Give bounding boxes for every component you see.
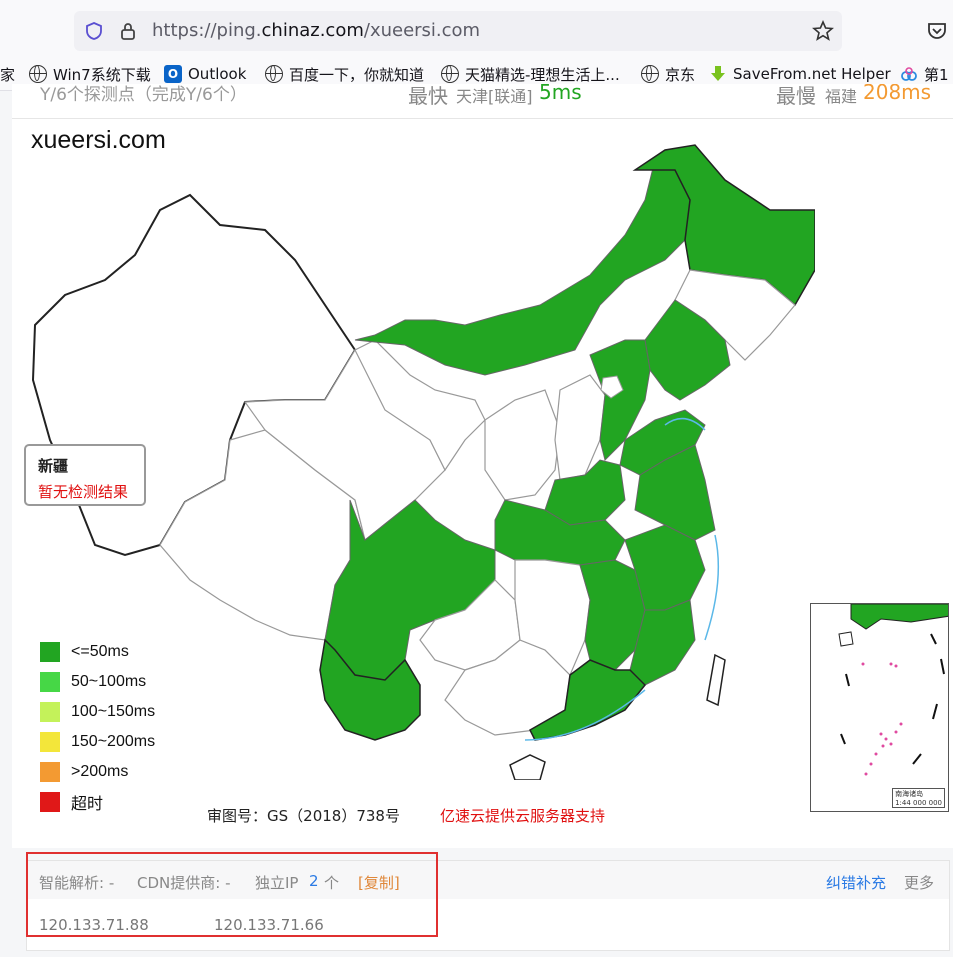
map-approval-number: 审图号：GS（2018）738号 xyxy=(207,807,400,825)
globe-icon xyxy=(265,65,283,83)
bookmark-item[interactable]: SaveFrom.net Helper xyxy=(709,63,891,85)
slowest-node: 福建 xyxy=(825,87,858,106)
sponsor-link[interactable]: 亿速云提供云服务器支持 xyxy=(440,805,605,826)
globe-icon xyxy=(441,65,459,83)
legend-item: 超时 xyxy=(40,787,155,817)
legend-swatch xyxy=(40,702,60,722)
legend-swatch xyxy=(40,792,60,812)
province-taiwan[interactable] xyxy=(706,653,726,707)
tooltip-status: 暂无检测结果 xyxy=(38,483,129,501)
legend-swatch xyxy=(40,642,60,662)
lock-icon[interactable] xyxy=(118,21,138,41)
shield-icon[interactable] xyxy=(84,21,104,41)
fastest-value: 5ms xyxy=(539,84,582,104)
legend-swatch xyxy=(40,672,60,692)
legend-swatch xyxy=(40,762,60,782)
globe-icon xyxy=(641,65,659,83)
probe-count-text: Y/6个探测点（完成Y/6个） xyxy=(40,85,247,105)
province-tooltip: 新疆 暂无检测结果 xyxy=(24,444,146,506)
url-text[interactable]: https://ping.chinaz.com/xueersi.com xyxy=(152,20,480,41)
legend-item: >200ms xyxy=(40,757,155,787)
cloud-icon xyxy=(901,67,917,81)
bookmark-item[interactable]: Win7系统下载 xyxy=(29,63,151,85)
browser-toolbar: https://ping.chinaz.com/xueersi.com xyxy=(0,0,953,58)
slowest-value: 208ms xyxy=(863,84,932,104)
report-error-link[interactable]: 纠错补充 xyxy=(826,872,886,893)
legend-item: 50~100ms xyxy=(40,667,155,697)
inset-caption: 南海诸岛 1:44 000 000 xyxy=(892,788,945,808)
fastest-node: 天津[联通] xyxy=(456,87,533,106)
province-shaanxi[interactable] xyxy=(484,389,561,501)
bookmark-item[interactable]: 第1 xyxy=(900,63,949,85)
pocket-icon[interactable] xyxy=(926,20,948,42)
download-arrow-icon xyxy=(711,66,725,81)
bookmark-item[interactable]: 天猫精选-理想生活上... xyxy=(441,63,620,85)
address-bar[interactable]: https://ping.chinaz.com/xueersi.com xyxy=(74,11,842,51)
inset-map xyxy=(838,604,948,776)
globe-icon xyxy=(29,65,47,83)
province-hainan[interactable] xyxy=(509,754,546,780)
legend: <=50ms 50~100ms 100~150ms 150~200ms >200… xyxy=(40,637,155,817)
bookmark-item[interactable]: 家 xyxy=(0,63,15,85)
bookmark-item[interactable]: 百度一下，你就知道 xyxy=(265,63,424,85)
bookmark-star-icon[interactable] xyxy=(812,20,834,42)
summary-strip: Y/6个探测点（完成Y/6个） 最快 天津[联通] 5ms 最慢 福建 208m… xyxy=(12,84,953,119)
legend-item: <=50ms xyxy=(40,637,155,667)
outlook-icon: O xyxy=(164,65,182,83)
fastest-label: 最快 xyxy=(408,84,448,108)
bookmark-item[interactable]: 京东 xyxy=(641,63,695,85)
legend-item: 150~200ms xyxy=(40,727,155,757)
legend-swatch xyxy=(40,732,60,752)
south-china-sea-inset: 南海诸岛 1:44 000 000 xyxy=(810,603,949,812)
more-link[interactable]: 更多 xyxy=(904,872,934,893)
slowest-label: 最慢 xyxy=(776,84,816,108)
bookmark-item[interactable]: O Outlook xyxy=(164,63,246,85)
tooltip-province: 新疆 xyxy=(38,457,69,475)
highlight-annotation xyxy=(26,852,438,937)
legend-item: 100~150ms xyxy=(40,697,155,727)
